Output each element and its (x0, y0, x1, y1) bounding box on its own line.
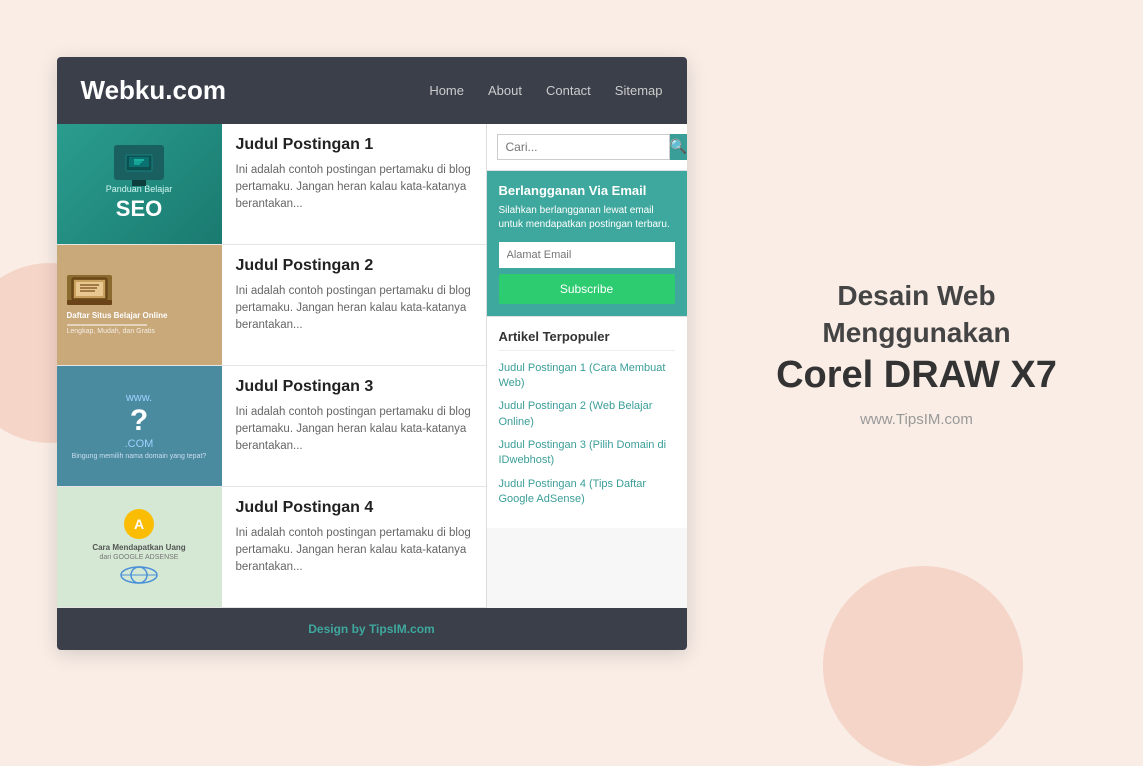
search-box: 🔍 (487, 124, 687, 171)
post-item: Panduan Belajar SEO Judul Postingan 1 In… (57, 124, 486, 245)
popular-item-4[interactable]: Judul Postingan 4 (Tips Daftar Google Ad… (499, 477, 675, 508)
site-header: Webku.com Home About Contact Sitemap (57, 57, 687, 124)
search-button[interactable]: 🔍 (670, 134, 687, 160)
subscribe-email-input[interactable] (499, 242, 675, 268)
site-nav: Home About Contact Sitemap (429, 83, 662, 98)
post-content-2: Judul Postingan 2 Ini adalah contoh post… (222, 245, 486, 365)
post-title-2: Judul Postingan 2 (236, 257, 472, 275)
post-thumbnail-2: Daftar Situs Belajar Online Lengkap, Mud… (57, 245, 222, 365)
popular-title: Artikel Terpopuler (499, 329, 675, 351)
promo-text: Desain Web Menggunakan Corel DRAW X7 www… (747, 278, 1087, 427)
thumb2-line1 (67, 324, 147, 326)
nav-about[interactable]: About (488, 83, 522, 98)
post-thumbnail-4: A Cara Mendapatkan Uang dari GOOGLE ADSE… (57, 487, 222, 607)
thumb1-seo: SEO (116, 196, 162, 222)
post-thumbnail-3: www. ? .COM Bingung memilih nama domain … (57, 366, 222, 486)
posts-column: Panduan Belajar SEO Judul Postingan 1 In… (57, 124, 487, 608)
post-excerpt-2: Ini adalah contoh postingan pertamaku di… (236, 283, 472, 335)
post-thumbnail-1: Panduan Belajar SEO (57, 124, 222, 244)
site-footer: Design by TipsIM.com (57, 608, 687, 650)
laptop-icon (67, 275, 112, 305)
thumb4-title1: Cara Mendapatkan Uang (92, 543, 185, 552)
adsense-icon: A (124, 509, 154, 539)
thumb4-title2: dari GOOGLE ADSENSE (100, 554, 179, 561)
post-content-4: Judul Postingan 4 Ini adalah contoh post… (222, 487, 486, 607)
post-excerpt-3: Ini adalah contoh postingan pertamaku di… (236, 404, 472, 456)
website-mockup: Webku.com Home About Contact Sitemap (57, 57, 687, 650)
thumb3-com: .COM (125, 438, 154, 450)
promo-line1: Desain Web Menggunakan (747, 278, 1087, 351)
post-content-1: Judul Postingan 1 Ini adalah contoh post… (222, 124, 486, 244)
subscribe-title: Berlangganan Via Email (499, 183, 675, 198)
subscribe-button[interactable]: Subscribe (499, 274, 675, 304)
post-item: www. ? .COM Bingung memilih nama domain … (57, 366, 486, 487)
post-title-3: Judul Postingan 3 (236, 378, 472, 396)
subscribe-widget: Berlangganan Via Email Silahkan berlangg… (487, 171, 687, 316)
post-title-1: Judul Postingan 1 (236, 136, 472, 154)
post-title-4: Judul Postingan 4 (236, 499, 472, 517)
promo-main-title: Desain Web Menggunakan Corel DRAW X7 (747, 278, 1087, 400)
popular-item-3[interactable]: Judul Postingan 3 (Pilih Domain di IDweb… (499, 438, 675, 469)
monitor-icon (114, 145, 164, 180)
post-item: Daftar Situs Belajar Online Lengkap, Mud… (57, 245, 486, 366)
thumb2-title: Daftar Situs Belajar Online (67, 311, 168, 320)
post-content-3: Judul Postingan 3 Ini adalah contoh post… (222, 366, 486, 486)
nav-contact[interactable]: Contact (546, 83, 591, 98)
thumb3-subtitle: Bingung memilih nama domain yang tepat? (72, 453, 207, 460)
nav-home[interactable]: Home (429, 83, 464, 98)
popular-widget: Artikel Terpopuler Judul Postingan 1 (Ca… (487, 316, 687, 528)
popular-item-2[interactable]: Judul Postingan 2 (Web Belajar Online) (499, 399, 675, 430)
search-input[interactable] (497, 134, 670, 160)
page-wrapper: Webku.com Home About Contact Sitemap (57, 57, 1087, 650)
promo-line2: Corel DRAW X7 (747, 351, 1087, 400)
nav-sitemap[interactable]: Sitemap (615, 83, 663, 98)
post-excerpt-1: Ini adalah contoh postingan pertamaku di… (236, 162, 472, 214)
popular-item-1[interactable]: Judul Postingan 1 (Cara Membuat Web) (499, 361, 675, 392)
sidebar: 🔍 Berlangganan Via Email Silahkan berlan… (487, 124, 687, 608)
site-logo: Webku.com (81, 75, 226, 106)
thumb2-subtitle: Lengkap, Mudah, dan Gratis (67, 328, 155, 335)
site-main: Panduan Belajar SEO Judul Postingan 1 In… (57, 124, 687, 608)
subscribe-description: Silahkan berlangganan lewat email untuk … (499, 204, 675, 232)
thumb3-question: ? (130, 404, 148, 438)
post-item: A Cara Mendapatkan Uang dari GOOGLE ADSE… (57, 487, 486, 608)
footer-brand: TipsIM.com (369, 622, 435, 636)
footer-text-prefix: Design by (308, 622, 369, 636)
thumb3-www: www. (126, 392, 152, 404)
post-excerpt-4: Ini adalah contoh postingan pertamaku di… (236, 525, 472, 577)
promo-url: www.TipsIM.com (747, 411, 1087, 428)
